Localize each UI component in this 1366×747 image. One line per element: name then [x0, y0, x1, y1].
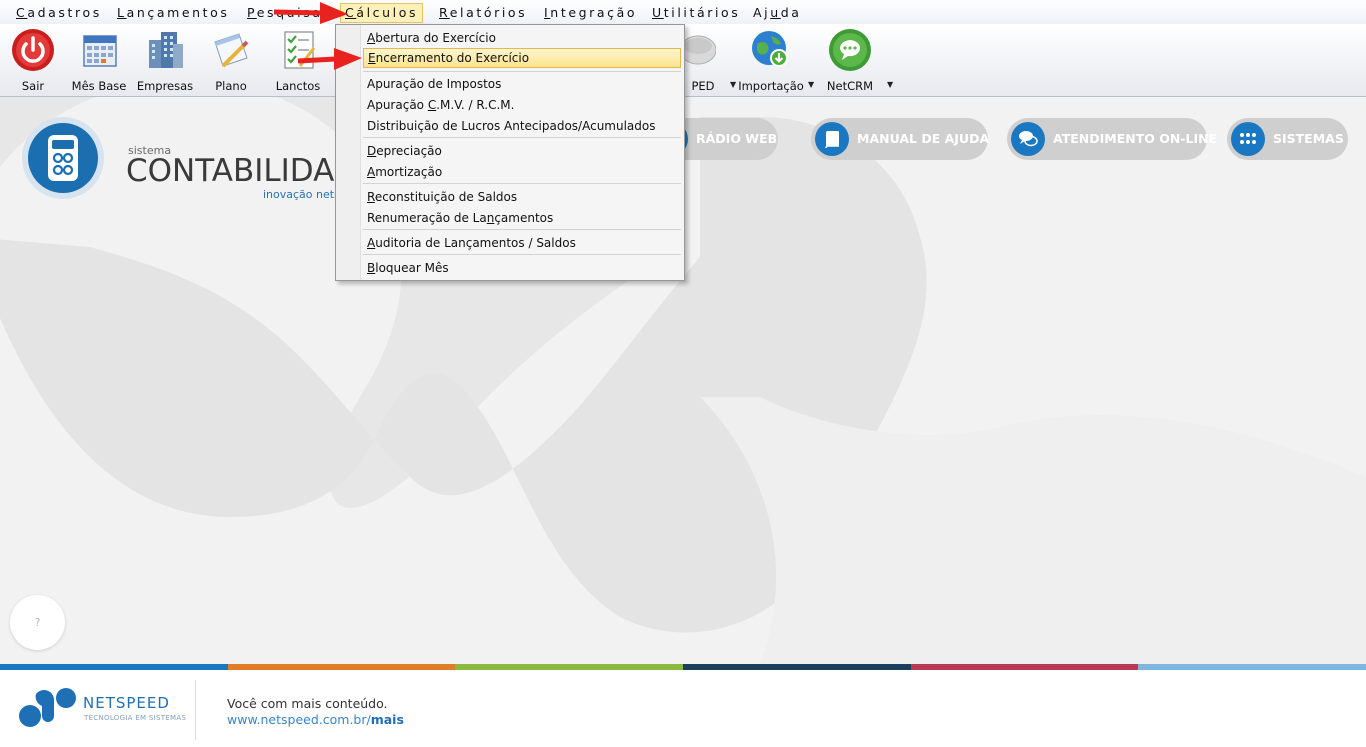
empresas-button[interactable]: Empresas: [132, 27, 198, 93]
menu-item-apuracao-cmv-rcm[interactable]: Apuração C.M.V. / R.C.M.: [363, 95, 681, 115]
footer-divider: [195, 680, 196, 740]
lanctos-label: Lanctos: [275, 79, 321, 93]
menu-item-abertura-do-exercicio[interactable]: Abertura do Exercício: [363, 28, 681, 48]
plano-button[interactable]: Plano: [198, 27, 264, 93]
netspeed-logo-icon: [19, 688, 76, 727]
importacao-dropdown-icon[interactable]: ▼: [808, 80, 814, 89]
power-icon: [12, 29, 54, 71]
importacao-label: Importação: [738, 79, 804, 93]
menu-utilitarios[interactable]: Utilitários: [648, 4, 744, 22]
chat-bubble-icon: [829, 29, 871, 71]
menu-item-bloquear-mes[interactable]: Bloquear Mês: [363, 258, 681, 278]
globe-download-icon: [752, 31, 788, 67]
menu-item-renumeracao-de-lancamentos[interactable]: Renumeração de Lançamentos: [363, 208, 681, 228]
document-pencil-icon: [214, 33, 249, 68]
system-logo: [22, 117, 104, 199]
menu-ajuda[interactable]: Ajuda: [749, 4, 806, 22]
sistemas-button[interactable]: SISTEMAS: [1227, 118, 1348, 160]
manual-de-ajuda-label: MANUAL DE AJUDA: [857, 131, 990, 146]
menu-separator: [363, 137, 681, 138]
buildings-icon: [149, 32, 183, 68]
sistemas-label: SISTEMAS: [1273, 131, 1344, 146]
red-arrow-annotation: [297, 48, 362, 70]
menu-separator: [363, 254, 681, 255]
menu-item-apuracao-de-impostos[interactable]: Apuração de Impostos: [363, 74, 681, 94]
sped-dropdown-icon[interactable]: ▼: [730, 80, 736, 89]
radio-web-label: RÁDIO WEB: [696, 131, 778, 146]
calculator-icon: [48, 135, 78, 181]
menu-item-encerramento-do-exercicio[interactable]: Encerramento do Exercício: [363, 48, 681, 68]
netcrm-label: NetCRM: [826, 79, 874, 93]
manual-de-ajuda-button[interactable]: MANUAL DE AJUDA: [811, 118, 990, 160]
footer-link[interactable]: www.netspeed.com.br/mais: [227, 712, 404, 727]
importacao-button[interactable]: Importação: [738, 27, 804, 93]
sair-label: Sair: [21, 79, 45, 93]
footer: NETSPEED TECNOLOGIA EM SISTEMAS Você com…: [0, 670, 1366, 747]
plano-label: Plano: [215, 79, 247, 93]
calendar-icon: [83, 35, 117, 67]
menu-integracao[interactable]: Integração: [540, 4, 641, 22]
menu-separator: [363, 183, 681, 184]
footer-tagline: TECNOLOGIA EM SISTEMAS: [84, 714, 187, 722]
menu-item-auditoria-de-lancamentos[interactable]: Auditoria de Lançamentos / Saldos: [363, 233, 681, 253]
mes-base-label: Mês Base: [71, 79, 127, 93]
menu-item-reconstituicao-de-saldos[interactable]: Reconstituição de Saldos: [363, 187, 681, 207]
menu-item-depreciacao[interactable]: Depreciação: [363, 141, 681, 161]
atendimento-online-label: ATENDIMENTO ON-LINE: [1053, 131, 1218, 146]
menu-calculos[interactable]: Cálculos: [340, 3, 424, 23]
menu-separator: [363, 71, 681, 72]
footer-slogan: Você com mais conteúdo.: [227, 696, 388, 711]
netcrm-button[interactable]: NetCRM: [817, 27, 883, 93]
atendimento-online-button[interactable]: ATENDIMENTO ON-LINE: [1007, 118, 1217, 160]
menu-bar: Cadastros Lançamentos Pesquisas Cálculos…: [0, 0, 1366, 24]
menu-cadastros[interactable]: Cadastros: [12, 4, 106, 22]
menu-item-amortizacao[interactable]: Amortização: [363, 162, 681, 182]
chat-icon: [1011, 122, 1045, 156]
menu-lancamentos[interactable]: Lançamentos: [113, 4, 234, 22]
red-arrow-annotation: [273, 2, 348, 24]
menu-item-distribuicao-de-lucros[interactable]: Distribuição de Lucros Antecipados/Acumu…: [363, 116, 681, 136]
footer-brand: NETSPEED: [83, 694, 170, 712]
grid-dots-icon: [1231, 122, 1265, 156]
mes-base-button[interactable]: Mês Base: [66, 27, 132, 93]
menu-relatorios[interactable]: Relatórios: [435, 4, 531, 22]
sair-button[interactable]: Sair: [0, 27, 66, 93]
help-button[interactable]: ?: [10, 595, 65, 650]
empresas-label: Empresas: [136, 79, 194, 93]
menu-separator: [363, 229, 681, 230]
book-icon: [815, 122, 849, 156]
netcrm-dropdown-icon[interactable]: ▼: [887, 80, 893, 89]
calculos-dropdown-menu: Abertura do Exercício Encerramento do Ex…: [335, 24, 685, 281]
